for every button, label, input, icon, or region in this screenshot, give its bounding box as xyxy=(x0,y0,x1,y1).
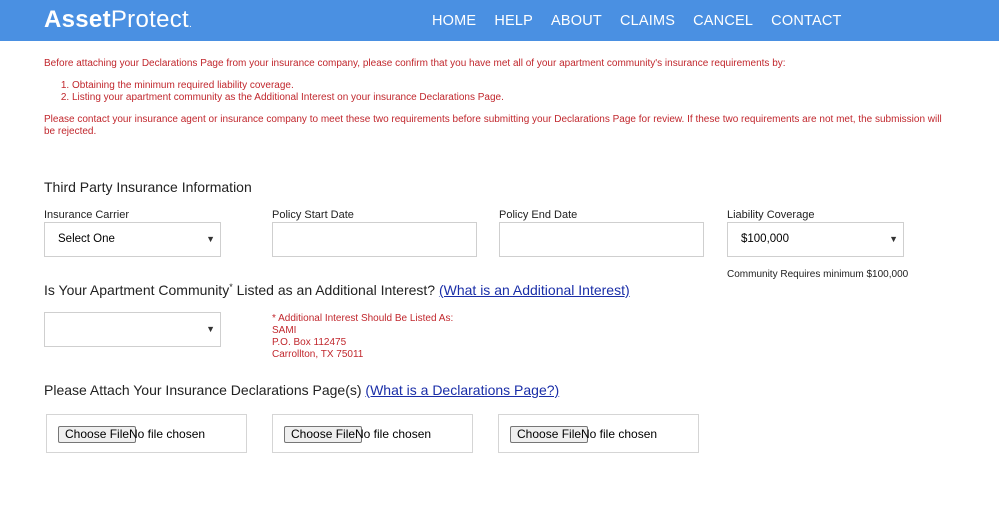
assetprotect-logo[interactable]: AssetProtect. xyxy=(44,6,192,39)
choose-file-button[interactable]: Choose File xyxy=(284,426,363,443)
nav-help[interactable]: HELP xyxy=(494,12,533,30)
file-status-text: No file chosen xyxy=(129,427,206,441)
attach-title-text: Please Attach Your Insurance Declaration… xyxy=(44,382,362,398)
nav-about[interactable]: ABOUT xyxy=(551,12,602,30)
declarations-help-link[interactable]: (What is a Declarations Page?) xyxy=(365,382,559,398)
minimum-coverage-note: Community Requires minimum $100,000 xyxy=(727,269,909,280)
logo-bold-text: Asset xyxy=(44,6,111,33)
policy-end-input[interactable] xyxy=(499,222,704,257)
file-upload-box: Choose File No file chosen xyxy=(46,414,247,453)
question-text: Is Your Apartment Community xyxy=(44,282,230,298)
main-nav: HOME HELP ABOUT CLAIMS CANCEL CONTACT xyxy=(432,12,842,30)
policy-start-input[interactable] xyxy=(272,222,477,257)
insurance-carrier-select[interactable]: Select One ▼ xyxy=(44,222,221,257)
requirements-list: Obtaining the minimum required liability… xyxy=(61,80,504,104)
logo-light-text: Protect xyxy=(110,6,190,33)
carrier-selected-value: Select One xyxy=(58,233,115,245)
chevron-down-icon: ▼ xyxy=(206,324,215,334)
policy-end-label: Policy End Date xyxy=(499,209,578,221)
required-asterisk: * xyxy=(229,282,233,292)
file-status-text: No file chosen xyxy=(355,427,432,441)
liability-coverage-select[interactable]: $100,000 ▼ xyxy=(727,222,904,257)
nav-cancel[interactable]: CANCEL xyxy=(693,12,753,30)
additional-interest-help-link[interactable]: (What is an Additional Interest) xyxy=(439,282,630,298)
nav-contact[interactable]: CONTACT xyxy=(771,12,841,30)
question-text-rest: Listed as an Additional Interest? xyxy=(232,282,436,298)
third-party-title: Third Party Insurance Information xyxy=(44,179,252,195)
notice-warning: Please contact your insurance agent or i… xyxy=(44,114,942,137)
site-header: AssetProtect. HOME HELP ABOUT CLAIMS CAN… xyxy=(0,0,999,41)
file-upload-box: Choose File No file chosen xyxy=(272,414,473,453)
choose-file-button[interactable]: Choose File xyxy=(510,426,589,443)
liability-selected-value: $100,000 xyxy=(741,233,789,245)
file-upload-box: Choose File No file chosen xyxy=(498,414,699,453)
insurance-carrier-label: Insurance Carrier xyxy=(44,209,129,221)
liability-coverage-label: Liability Coverage xyxy=(727,209,815,221)
address-heading: * Additional Interest Should Be Listed A… xyxy=(272,313,454,324)
address-line: Carrollton, TX 75011 xyxy=(272,349,364,360)
attach-declarations-title: Please Attach Your Insurance Declaration… xyxy=(44,382,559,399)
choose-file-button[interactable]: Choose File xyxy=(58,426,137,443)
chevron-down-icon: ▼ xyxy=(889,234,898,244)
additional-interest-question: Is Your Apartment Community* Listed as a… xyxy=(44,282,630,299)
file-status-text: No file chosen xyxy=(581,427,658,441)
policy-start-label: Policy Start Date xyxy=(272,209,354,221)
additional-interest-address: * Additional Interest Should Be Listed A… xyxy=(272,313,453,361)
additional-interest-select[interactable]: ▼ xyxy=(44,312,221,347)
notice-intro: Before attaching your Declarations Page … xyxy=(44,58,786,69)
address-line: P.O. Box 112475 xyxy=(272,337,347,348)
requirement-item: Listing your apartment community as the … xyxy=(72,92,504,104)
nav-home[interactable]: HOME xyxy=(432,12,476,30)
nav-claims[interactable]: CLAIMS xyxy=(620,12,675,30)
logo-dot: . xyxy=(189,19,193,30)
requirement-item: Obtaining the minimum required liability… xyxy=(72,80,504,92)
address-line: SAMI xyxy=(272,325,297,336)
chevron-down-icon: ▼ xyxy=(206,234,215,244)
